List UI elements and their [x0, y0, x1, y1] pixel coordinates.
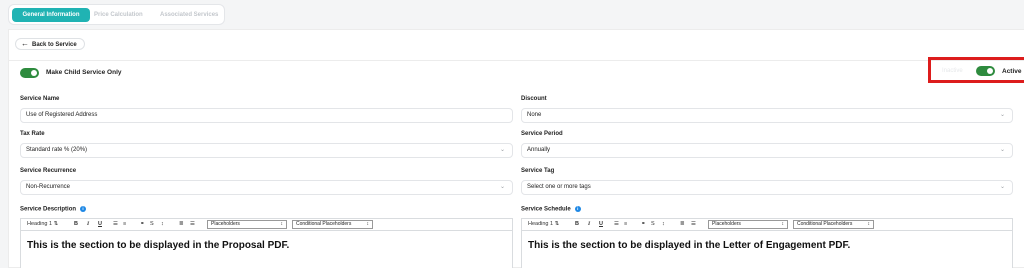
back-button-label: Back to Service: [32, 42, 77, 48]
chevron-down-icon: ⌄: [999, 112, 1005, 118]
chevron-down-icon: ⌄: [999, 147, 1005, 153]
back-to-service-button[interactable]: ← Back to Service: [15, 38, 85, 50]
tab-associated-services[interactable]: Associated Services: [160, 8, 218, 22]
service-name-input[interactable]: Use of Registered Address: [20, 108, 513, 123]
chevron-down-icon: ⌄: [499, 147, 505, 153]
service-recurrence-label: Service Recurrence: [20, 168, 77, 174]
italic-button[interactable]: I: [588, 221, 590, 227]
bold-button[interactable]: B: [575, 221, 579, 227]
sort-icon: ⇅: [554, 221, 560, 227]
service-recurrence-select[interactable]: Non-Recurrence ⌄: [20, 180, 513, 195]
chevron-down-icon: ⌄: [999, 184, 1005, 190]
heading-value: Heading 1: [27, 221, 53, 227]
link-icon[interactable]: ⚭: [140, 221, 145, 227]
ordered-list-icon[interactable]: ≣: [179, 221, 184, 227]
bold-button[interactable]: B: [74, 221, 78, 227]
service-schedule-text: Service Schedule: [521, 206, 571, 213]
format-icon[interactable]: ☰: [113, 221, 118, 227]
bullet-list-icon[interactable]: ☰: [691, 221, 696, 227]
placeholders-select[interactable]: Placeholders ↕: [207, 220, 287, 229]
service-tag-placeholder: Select one or more tags: [527, 184, 591, 190]
service-tag-label: Service Tag: [521, 168, 555, 174]
conditional-value: Conditional Placeholders: [797, 221, 853, 227]
child-service-toggle[interactable]: [20, 68, 39, 78]
service-tag-select[interactable]: Select one or more tags ⌄: [521, 180, 1013, 195]
divider: [9, 60, 1024, 61]
service-schedule-label: Service Schedule i: [521, 206, 581, 213]
italic-button[interactable]: I: [87, 221, 89, 227]
placeholders-value: Placeholders: [211, 221, 240, 227]
service-name-label: Service Name: [20, 96, 60, 102]
link-icon[interactable]: ⚭: [641, 221, 646, 227]
service-description-text: Service Description: [20, 206, 77, 213]
service-period-label: Service Period: [521, 131, 563, 137]
active-status-toggle[interactable]: [976, 66, 995, 76]
status-highlight-box: Inactive Active: [928, 57, 1024, 83]
service-recurrence-value: Non-Recurrence: [26, 184, 71, 190]
service-form-panel: ← Back to Service Make Child Service Only…: [8, 29, 1024, 268]
active-label: Active: [1002, 68, 1022, 75]
editor-content[interactable]: This is the section to be displayed in t…: [27, 240, 289, 251]
service-description-editor[interactable]: Heading 1 ⇅ B I U ☰ ≡ ⚭ S ↕ ≣ ☰ Placehol…: [20, 218, 513, 268]
align-icon[interactable]: ≡: [624, 221, 627, 227]
toggle-knob: [31, 70, 37, 76]
conditional-value: Conditional Placeholders: [296, 221, 352, 227]
editor-toolbar: Heading 1 ⇅ B I U ☰ ≡ ⚭ S ↕ ≣ ☰ Placehol…: [21, 219, 512, 231]
align-icon[interactable]: ≡: [123, 221, 126, 227]
info-icon[interactable]: i: [80, 206, 87, 212]
child-service-label: Make Child Service Only: [46, 69, 122, 76]
service-schedule-editor[interactable]: Heading 1 ⇅ B I U ☰ ≡ ⚭ S ↕ ≣ ☰ Placehol…: [521, 218, 1013, 268]
editor-content[interactable]: This is the section to be displayed in t…: [528, 240, 850, 251]
heading-value: Heading 1: [528, 221, 554, 227]
conditional-placeholders-select[interactable]: Conditional Placeholders ↕: [793, 220, 874, 229]
strike-icon[interactable]: S: [651, 221, 655, 227]
service-period-select[interactable]: Annually ⌄: [521, 143, 1013, 158]
tax-rate-select[interactable]: Standard rate % (20%) ⌄: [20, 143, 513, 158]
underline-button[interactable]: U: [98, 221, 102, 227]
heading-select[interactable]: Heading 1 ⇅: [528, 221, 559, 227]
tax-rate-label: Tax Rate: [20, 131, 45, 137]
bullet-list-icon[interactable]: ☰: [190, 221, 195, 227]
select-caret-icon: ↕: [781, 221, 785, 227]
service-name-value: Use of Registered Address: [26, 112, 98, 118]
clean-icon[interactable]: ↕: [161, 221, 164, 227]
select-caret-icon: ↕: [280, 221, 284, 227]
sort-icon: ⇅: [53, 221, 59, 227]
ordered-list-icon[interactable]: ≣: [680, 221, 685, 227]
arrow-left-icon: ←: [21, 39, 29, 48]
discount-select[interactable]: None ⌄: [521, 108, 1013, 123]
tab-general-information[interactable]: General Information: [12, 8, 90, 22]
editor-toolbar: Heading 1 ⇅ B I U ☰ ≡ ⚭ S ↕ ≣ ☰ Placehol…: [522, 219, 1012, 231]
underline-button[interactable]: U: [599, 221, 603, 227]
info-icon[interactable]: i: [574, 206, 581, 212]
toggle-knob: [987, 68, 993, 74]
discount-value: None: [527, 112, 542, 118]
strike-icon[interactable]: S: [150, 221, 154, 227]
chevron-down-icon: ⌄: [499, 184, 505, 190]
service-description-label: Service Description i: [20, 206, 87, 213]
format-icon[interactable]: ☰: [614, 221, 619, 227]
tab-bar: General Information Price Calculation As…: [8, 4, 225, 25]
discount-label: Discount: [521, 96, 547, 102]
heading-select[interactable]: Heading 1 ⇅: [27, 221, 58, 227]
conditional-placeholders-select[interactable]: Conditional Placeholders ↕: [292, 220, 373, 229]
select-caret-icon: ↕: [867, 221, 871, 227]
service-period-value: Annually: [527, 147, 551, 153]
inactive-label: Inactive: [942, 68, 963, 74]
placeholders-select[interactable]: Placeholders ↕: [708, 220, 788, 229]
select-caret-icon: ↕: [366, 221, 370, 227]
tax-rate-value: Standard rate % (20%): [26, 147, 88, 153]
placeholders-value: Placeholders: [712, 221, 741, 227]
tab-price-calculation[interactable]: Price Calculation: [94, 8, 143, 22]
clean-icon[interactable]: ↕: [662, 221, 665, 227]
